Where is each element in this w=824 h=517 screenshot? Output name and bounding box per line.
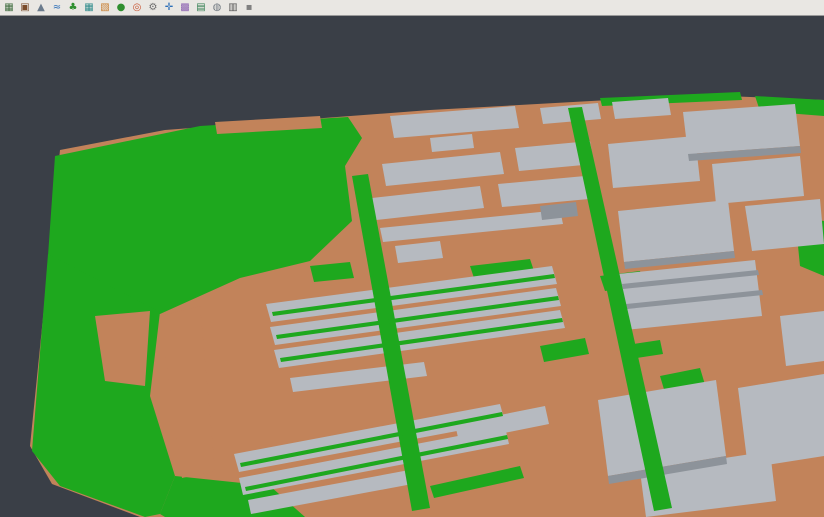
- building-region: [683, 104, 800, 154]
- histogram-icon[interactable]: ▥: [226, 1, 240, 14]
- point-cloud-scene[interactable]: [0, 16, 824, 517]
- ring-icon[interactable]: ◎: [130, 1, 144, 14]
- settings-gear-icon[interactable]: ⚙: [146, 1, 160, 14]
- application-window: ▦▣▲≈♣▦▧●◎⚙✛▩▤◍▥▪: [0, 0, 824, 517]
- mesh-icon[interactable]: ▦: [82, 1, 96, 14]
- building-region: [712, 156, 804, 204]
- raster-icon[interactable]: ▩: [178, 1, 192, 14]
- clip-box-icon[interactable]: ▧: [98, 1, 112, 14]
- pan-arrows-icon[interactable]: ✛: [162, 1, 176, 14]
- save-icon[interactable]: ▪: [242, 1, 256, 14]
- vegetation-icon[interactable]: ♣: [66, 1, 80, 14]
- terrain-icon[interactable]: ▲: [34, 1, 48, 14]
- main-toolbar: ▦▣▲≈♣▦▧●◎⚙✛▩▤◍▥▪: [0, 0, 824, 16]
- building-region: [780, 311, 824, 366]
- layers-icon[interactable]: ▣: [18, 1, 32, 14]
- 3d-viewport[interactable]: [0, 16, 824, 517]
- classification-icon[interactable]: ▤: [194, 1, 208, 14]
- building-region: [608, 136, 700, 188]
- globe-icon[interactable]: ◍: [210, 1, 224, 14]
- water-icon[interactable]: ≈: [50, 1, 64, 14]
- building-region: [745, 199, 824, 251]
- building-region: [618, 200, 734, 262]
- grid-icon[interactable]: ▦: [2, 1, 16, 14]
- building-region: [738, 374, 824, 468]
- sphere-icon[interactable]: ●: [114, 1, 128, 14]
